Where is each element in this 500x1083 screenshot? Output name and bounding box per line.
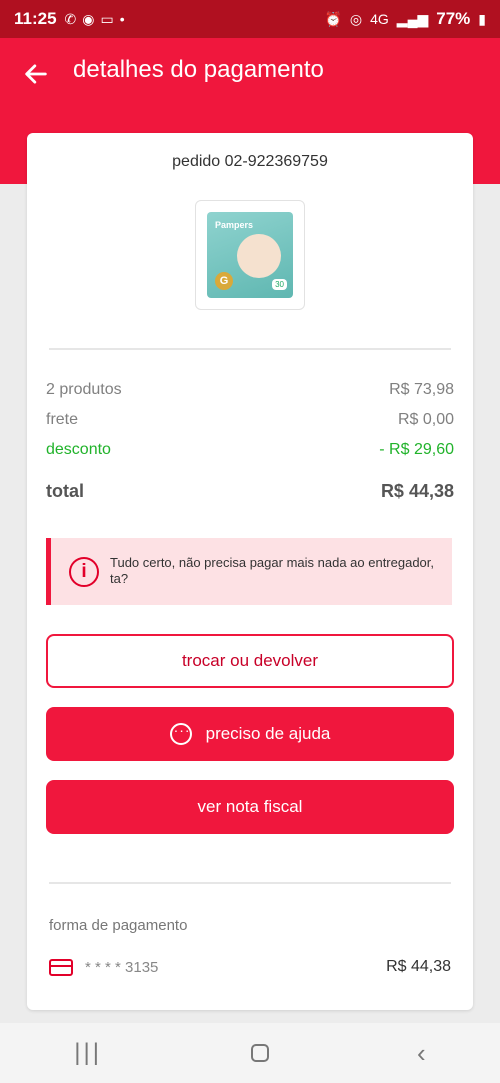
chat-icon bbox=[169, 722, 192, 745]
battery-level: 77% bbox=[436, 9, 471, 28]
products-value: R$ 73,98 bbox=[389, 381, 454, 398]
page-title: detalhes do pagamento bbox=[73, 56, 324, 83]
pack-size: G bbox=[215, 272, 233, 290]
shipping-label: frete bbox=[46, 411, 79, 428]
alarm-icon: ⏰ bbox=[324, 10, 342, 27]
summary-discount-row: desconto - R$ 29,60 bbox=[46, 441, 454, 459]
product-thumbnail[interactable]: Pampers G 30 bbox=[195, 200, 305, 310]
card-number: * * * * 3135 bbox=[85, 958, 159, 976]
dot-icon: • bbox=[119, 11, 125, 27]
pack-count: 30 bbox=[272, 279, 287, 290]
pack-brand: Pampers bbox=[215, 220, 254, 230]
payment-method-row: * * * * 3135 R$ 44,38 bbox=[49, 958, 451, 976]
discount-value: - R$ 29,60 bbox=[379, 441, 454, 458]
payment-amount: R$ 44,38 bbox=[386, 958, 451, 975]
status-right: ⏰ ◎ 4G ▂▄▆ 77% ▮ bbox=[324, 9, 486, 29]
total-value: R$ 44,38 bbox=[380, 481, 454, 501]
summary-total-row: total R$ 44,38 bbox=[46, 481, 454, 502]
credit-card-icon bbox=[49, 958, 73, 976]
exchange-return-button[interactable]: trocar ou devolver bbox=[46, 634, 454, 688]
summary-products-row: 2 produtos R$ 73,98 bbox=[46, 381, 454, 399]
back-icon[interactable]: ‹ bbox=[417, 1038, 426, 1069]
divider bbox=[49, 348, 451, 350]
notification-icons: ✆ ◉ ▭ • bbox=[65, 11, 125, 28]
baby-face-illustration bbox=[237, 234, 281, 278]
divider bbox=[49, 882, 451, 884]
laptop-icon: ▭ bbox=[100, 10, 114, 27]
status-time: 11:25 bbox=[14, 9, 57, 28]
payment-details-card: pedido 02-922369759 Pampers G 30 2 produ… bbox=[27, 133, 473, 1010]
total-label: total bbox=[46, 481, 84, 501]
status-bar: 11:25 ✆ ◉ ▭ • ⏰ ◎ 4G ▂▄▆ 77% ▮ bbox=[0, 0, 500, 38]
help-label: preciso de ajuda bbox=[205, 724, 331, 743]
battery-icon: ▮ bbox=[478, 10, 486, 27]
discount-label: desconto bbox=[46, 441, 111, 458]
shipping-value: R$ 0,00 bbox=[397, 411, 454, 428]
summary-shipping-row: frete R$ 0,00 bbox=[46, 411, 454, 429]
order-number: pedido 02-922369759 bbox=[172, 153, 328, 170]
system-nav-bar: ||| ‹ bbox=[0, 1023, 500, 1083]
view-invoice-label: ver nota fiscal bbox=[197, 797, 303, 816]
app-icon: ◉ bbox=[82, 10, 95, 27]
payment-status-alert: i Tudo certo, não precisa pagar mais nad… bbox=[46, 538, 452, 605]
home-icon[interactable] bbox=[250, 1044, 269, 1062]
products-label: 2 produtos bbox=[46, 381, 122, 398]
recent-apps-icon[interactable]: ||| bbox=[74, 1039, 102, 1067]
arrow-left-icon[interactable] bbox=[22, 60, 50, 88]
exchange-return-label: trocar ou devolver bbox=[181, 651, 319, 670]
alert-message: Tudo certo, não precisa pagar mais nada … bbox=[110, 555, 435, 586]
info-icon: i bbox=[69, 557, 99, 587]
payment-method-label: forma de pagamento bbox=[49, 917, 188, 934]
signal-icon: ▂▄▆ bbox=[396, 10, 429, 27]
diaper-pack-image: Pampers G 30 bbox=[207, 212, 293, 298]
view-invoice-button[interactable]: ver nota fiscal bbox=[46, 780, 454, 834]
hotspot-icon: ◎ bbox=[349, 10, 363, 27]
whatsapp-icon: ✆ bbox=[64, 10, 77, 27]
network-label: 4G bbox=[370, 11, 389, 27]
help-button[interactable]: preciso de ajuda bbox=[46, 707, 454, 761]
